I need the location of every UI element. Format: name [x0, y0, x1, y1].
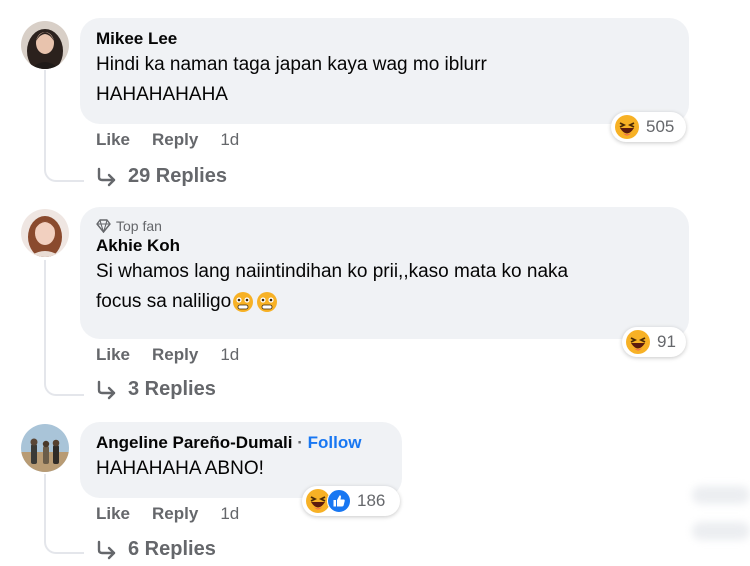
comment-bubble: Mikee Lee Hindi ka naman taga japan kaya…: [80, 18, 689, 124]
comment-text-line-wrap: focus sa naliligo: [96, 287, 673, 317]
comment-actions: Like Reply 1d: [96, 504, 239, 524]
thread-line: [44, 474, 46, 540]
diamond-icon: [96, 219, 111, 233]
comment-author[interactable]: Mikee Lee: [96, 28, 673, 50]
comment-text-line: Si whamos lang naiintindihan ko prii,,ka…: [96, 261, 569, 282]
comment-text-line: HAHAHAHAHA: [96, 84, 228, 105]
like-button[interactable]: Like: [96, 504, 130, 524]
follow-button[interactable]: Follow: [308, 433, 362, 452]
replies-count-label: 29 Replies: [128, 165, 227, 187]
comment-text: Hindi ka naman taga japan kaya wag mo ib…: [96, 50, 673, 110]
like-button[interactable]: Like: [96, 130, 130, 150]
comment-author-row: Angeline Pareño-Dumali · Follow: [96, 432, 386, 454]
avatar[interactable]: [21, 209, 69, 257]
comment-text: Si whamos lang naiintindihan ko prii,,ka…: [96, 257, 673, 317]
reaction-summary[interactable]: 505: [611, 112, 686, 142]
reply-button[interactable]: Reply: [152, 130, 198, 150]
view-replies-link[interactable]: 29 Replies: [96, 165, 227, 188]
view-replies-link[interactable]: 6 Replies: [96, 538, 216, 561]
comments-panel: Mikee Lee Hindi ka naman taga japan kaya…: [0, 0, 750, 566]
like-button[interactable]: Like: [96, 345, 130, 365]
reaction-count: 91: [657, 332, 676, 351]
haha-emoji-icon: [615, 115, 639, 139]
comment-timestamp[interactable]: 1d: [220, 504, 239, 524]
comment-text: HAHAHAHA ABNO!: [96, 458, 264, 479]
reaction-summary[interactable]: 186: [302, 486, 400, 516]
comment-actions: Like Reply 1d: [96, 130, 239, 150]
thread-connector: [44, 378, 84, 396]
blurred-background: [692, 486, 750, 504]
reply-arrow-icon: [97, 380, 116, 399]
thread-connector: [44, 164, 84, 182]
comment-author[interactable]: Akhie Koh: [96, 235, 673, 257]
replies-count-label: 6 Replies: [128, 538, 216, 560]
view-replies-link[interactable]: 3 Replies: [96, 378, 216, 401]
reaction-count: 505: [646, 117, 675, 136]
comment-actions: Like Reply 1d: [96, 345, 239, 365]
reply-arrow-icon: [97, 540, 116, 559]
thread-connector: [44, 536, 84, 554]
comment-bubble: Top fan Akhie Koh Si whamos lang naiinti…: [80, 207, 689, 339]
flushed-face-emoji-icon: [257, 292, 278, 312]
flushed-face-emoji-icon: [233, 292, 254, 312]
comment-timestamp[interactable]: 1d: [220, 130, 239, 150]
separator-dot: ·: [297, 433, 303, 452]
haha-emoji-icon: [626, 330, 650, 354]
comment-text-line: Hindi ka naman taga japan kaya wag mo ib…: [96, 54, 487, 75]
reply-button[interactable]: Reply: [152, 504, 198, 524]
thread-line: [44, 70, 46, 168]
comment-timestamp[interactable]: 1d: [220, 345, 239, 365]
blurred-background: [692, 522, 750, 540]
avatar[interactable]: [21, 21, 69, 69]
comment-author[interactable]: Angeline Pareño-Dumali: [96, 433, 292, 452]
reaction-summary[interactable]: 91: [622, 327, 686, 357]
thread-line: [44, 260, 46, 382]
comment-text-line: focus sa naliligo: [96, 291, 232, 312]
reply-arrow-icon: [97, 167, 116, 186]
like-reaction-icon: [327, 489, 351, 513]
reaction-count: 186: [357, 491, 386, 510]
avatar[interactable]: [21, 424, 69, 472]
replies-count-label: 3 Replies: [128, 378, 216, 400]
top-fan-badge: Top fan: [96, 217, 673, 235]
top-fan-label: Top fan: [116, 218, 162, 234]
reply-button[interactable]: Reply: [152, 345, 198, 365]
